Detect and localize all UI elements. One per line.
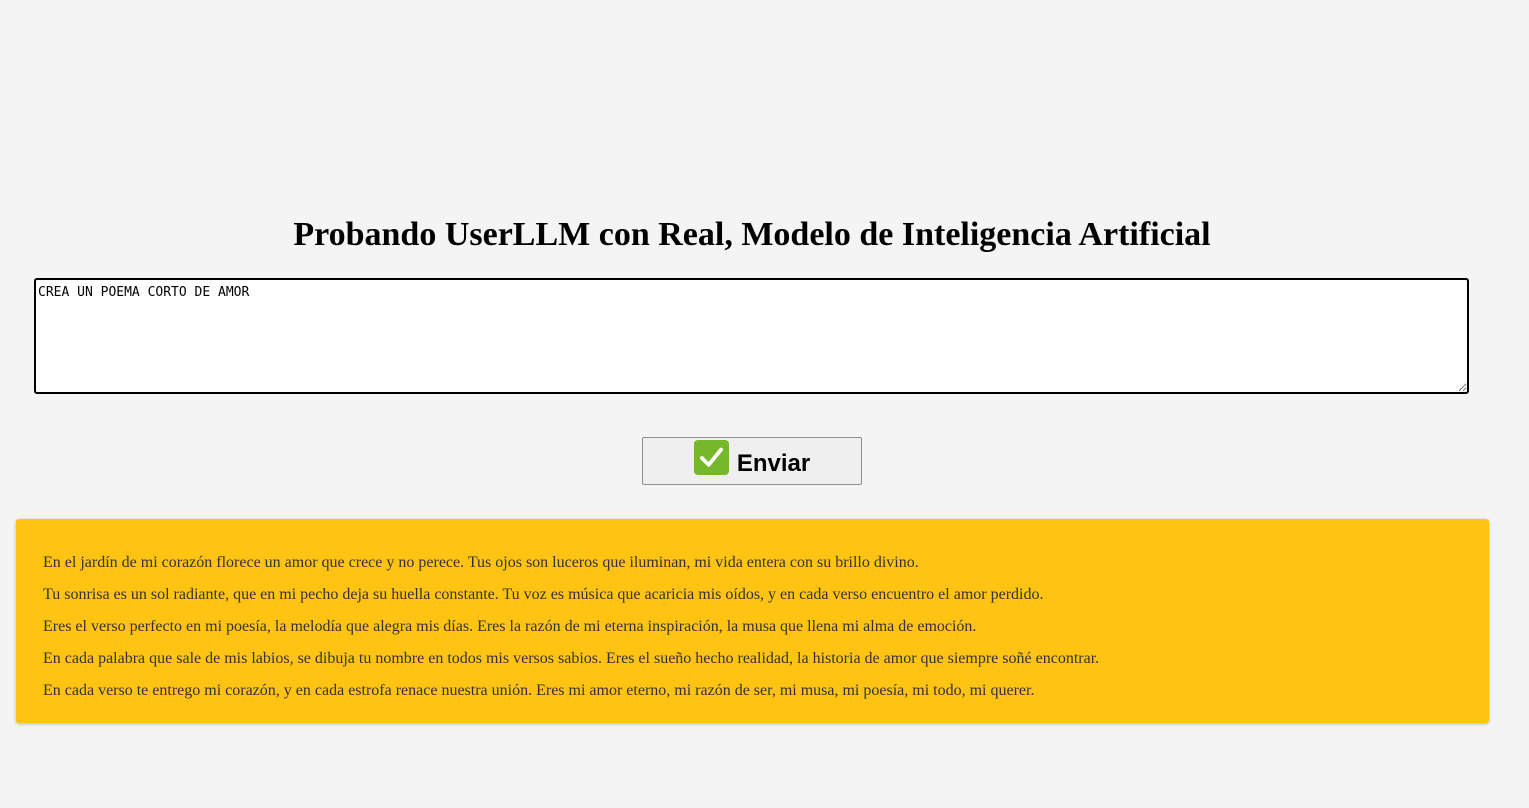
page-title: Probando UserLLM con Real, Modelo de Int… bbox=[293, 216, 1211, 253]
response-box: En el jardín de mi corazón florece un am… bbox=[16, 519, 1489, 723]
response-line: Tu sonrisa es un sol radiante, que en mi… bbox=[43, 586, 1044, 603]
prompt-input[interactable]: CREA UN POEMA CORTO DE AMOR bbox=[34, 278, 1469, 394]
response-line: En el jardín de mi corazón florece un am… bbox=[43, 554, 919, 571]
send-button-label: Enviar bbox=[736, 450, 811, 477]
response-line: Eres el verso perfecto en mi poesía, la … bbox=[43, 618, 977, 635]
send-button[interactable]: Enviar bbox=[642, 437, 862, 485]
response-line: En cada palabra que sale de mis labios, … bbox=[43, 650, 1100, 667]
response-line: En cada verso te entrego mi corazón, y e… bbox=[43, 682, 1035, 699]
check-mark-icon bbox=[693, 439, 729, 475]
